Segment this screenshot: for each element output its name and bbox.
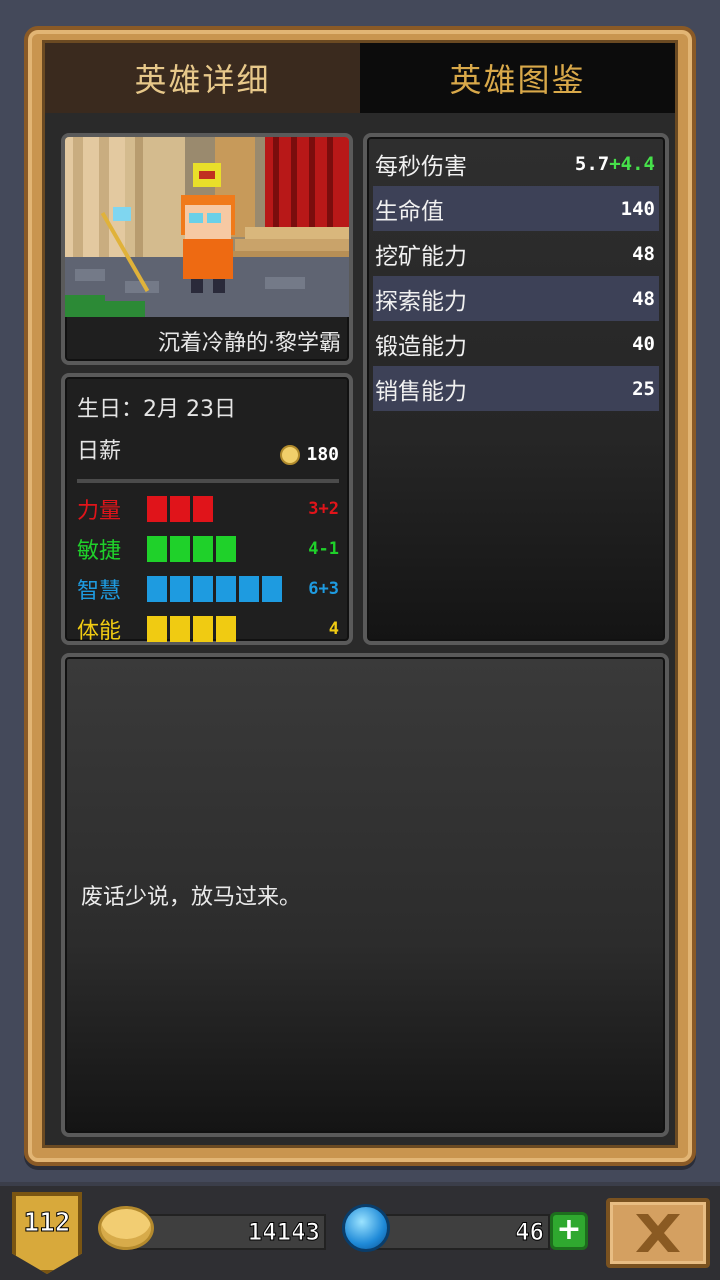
hero-sprite-image <box>65 137 349 317</box>
stat-value: 48 <box>632 287 655 310</box>
gold-value: 14143 <box>247 1218 320 1247</box>
attribute-row: 体能 4 <box>77 609 339 649</box>
gem-icon <box>342 1204 390 1252</box>
attribute-bar-segment <box>170 496 190 522</box>
attribute-bar-segment <box>193 616 213 642</box>
coin-icon <box>98 1206 154 1250</box>
info-divider <box>77 479 339 483</box>
hero-detail-window: 英雄详细 英雄图鉴 沉着冷静的·黎学霸 生日：2月 23日 日薪 180 力量 … <box>24 26 696 1166</box>
stat-value-group: 48 <box>632 288 655 310</box>
stat-value: 48 <box>632 242 655 265</box>
gem-value: 46 <box>515 1218 545 1247</box>
wage-value: 180 <box>306 444 339 465</box>
stat-value: 5.7 <box>574 152 610 175</box>
attribute-row: 敏捷 4-1 <box>77 529 339 569</box>
gem-counter: 46 <box>370 1214 550 1250</box>
coin-icon <box>280 444 301 465</box>
birthday-value: 2月 23日 <box>143 397 237 422</box>
attribute-row: 智慧 6+3 <box>77 569 339 609</box>
stat-row: 每秒伤害 5.7+4.4 <box>373 141 659 186</box>
attribute-label: 体能 <box>77 619 122 644</box>
stat-value: 25 <box>632 377 655 400</box>
hero-stats-panel: 每秒伤害 5.7+4.4 生命值 140 挖矿能力 48 探索能力 48 锻造能力 40 销售能力 2… <box>363 133 669 645</box>
attribute-bar-segment <box>147 496 167 522</box>
attribute-bar-segment <box>193 536 213 562</box>
attribute-bar-segment <box>216 536 236 562</box>
window-body: 英雄详细 英雄图鉴 沉着冷静的·黎学霸 生日：2月 23日 日薪 180 力量 … <box>42 40 678 1148</box>
hero-portrait-scene <box>65 137 349 317</box>
attribute-bars <box>147 536 308 562</box>
add-gems-button[interactable]: + <box>550 1212 588 1250</box>
stat-label: 销售能力 <box>375 378 467 405</box>
wage-label: 日薪 <box>77 439 122 464</box>
stat-value: 140 <box>620 197 655 220</box>
stat-row: 销售能力 25 <box>373 366 659 411</box>
stat-row: 探索能力 48 <box>373 276 659 321</box>
attribute-bar-segment <box>147 536 167 562</box>
attribute-bars <box>147 496 308 522</box>
stat-value-group: 40 <box>632 333 655 355</box>
attribute-list: 力量 3+2 敏捷 4-1 智慧 6+3 体能 4 <box>77 489 339 649</box>
shield-icon[interactable]: 112 <box>12 1192 82 1274</box>
attribute-bar-segment <box>170 576 190 602</box>
close-icon <box>636 1214 680 1252</box>
attribute-bar-segment <box>216 616 236 642</box>
hero-quote: 废话少说，放马过来。 <box>81 885 302 910</box>
attribute-bar-segment <box>216 576 236 602</box>
attribute-bar-segment <box>239 576 259 602</box>
attribute-bar-segment <box>170 616 190 642</box>
attribute-value: 3+2 <box>308 499 339 519</box>
attribute-bar-segment <box>147 576 167 602</box>
attribute-bar-segment <box>147 616 167 642</box>
stat-label: 探索能力 <box>375 288 467 315</box>
attribute-label: 敏捷 <box>77 539 122 564</box>
stat-label: 锻造能力 <box>375 333 467 360</box>
attribute-label: 力量 <box>77 499 122 524</box>
attribute-value: 4 <box>328 619 339 639</box>
hero-description-panel: 废话少说，放马过来。 <box>61 653 669 1137</box>
hero-info-panel: 生日：2月 23日 日薪 180 力量 3+2 敏捷 4-1 智慧 6+3 体能 4 <box>61 373 353 645</box>
stat-list: 每秒伤害 5.7+4.4 生命值 140 挖矿能力 48 探索能力 48 锻造能力 40 销售能力 2… <box>373 141 659 411</box>
attribute-row: 力量 3+2 <box>77 489 339 529</box>
attribute-value: 6+3 <box>308 579 339 599</box>
stat-label: 每秒伤害 <box>375 153 467 180</box>
plus-icon: + <box>556 1212 582 1247</box>
close-button[interactable] <box>606 1198 710 1268</box>
attribute-value: 4-1 <box>308 539 339 559</box>
stat-label: 生命值 <box>375 198 444 225</box>
tab-bar: 英雄详细 英雄图鉴 <box>45 43 675 113</box>
birthday-row: 生日：2月 23日 <box>77 391 339 429</box>
hero-portrait-panel: 沉着冷静的·黎学霸 <box>61 133 353 365</box>
gold-counter: 14143 <box>130 1214 326 1250</box>
birthday-label: 生日： <box>77 397 144 422</box>
stat-row: 挖矿能力 48 <box>373 231 659 276</box>
stat-label: 挖矿能力 <box>375 243 467 270</box>
attribute-bars <box>147 576 308 602</box>
attribute-bars <box>147 616 329 642</box>
stat-bonus: +4.4 <box>609 152 655 175</box>
tab-hero-detail[interactable]: 英雄详细 <box>45 43 360 113</box>
wage-row: 日薪 180 <box>77 429 339 465</box>
attribute-bar-segment <box>262 576 282 602</box>
stat-row: 锻造能力 40 <box>373 321 659 366</box>
tab-hero-codex[interactable]: 英雄图鉴 <box>360 43 675 113</box>
attribute-bar-segment <box>193 576 213 602</box>
stat-value-group: 5.7+4.4 <box>575 153 655 175</box>
stat-value-group: 25 <box>632 378 655 400</box>
attribute-label: 智慧 <box>77 579 122 604</box>
player-level: 112 <box>23 1208 71 1239</box>
stat-row: 生命值 140 <box>373 186 659 231</box>
resource-bar: 112 14143 46 + <box>0 1182 720 1280</box>
stat-value-group: 140 <box>621 198 655 220</box>
hero-name: 沉着冷静的·黎学霸 <box>158 331 341 356</box>
attribute-bar-segment <box>193 496 213 522</box>
attribute-bar-segment <box>170 536 190 562</box>
stat-value: 40 <box>632 332 655 355</box>
wage-display: 180 <box>280 444 339 465</box>
stat-value-group: 48 <box>632 243 655 265</box>
